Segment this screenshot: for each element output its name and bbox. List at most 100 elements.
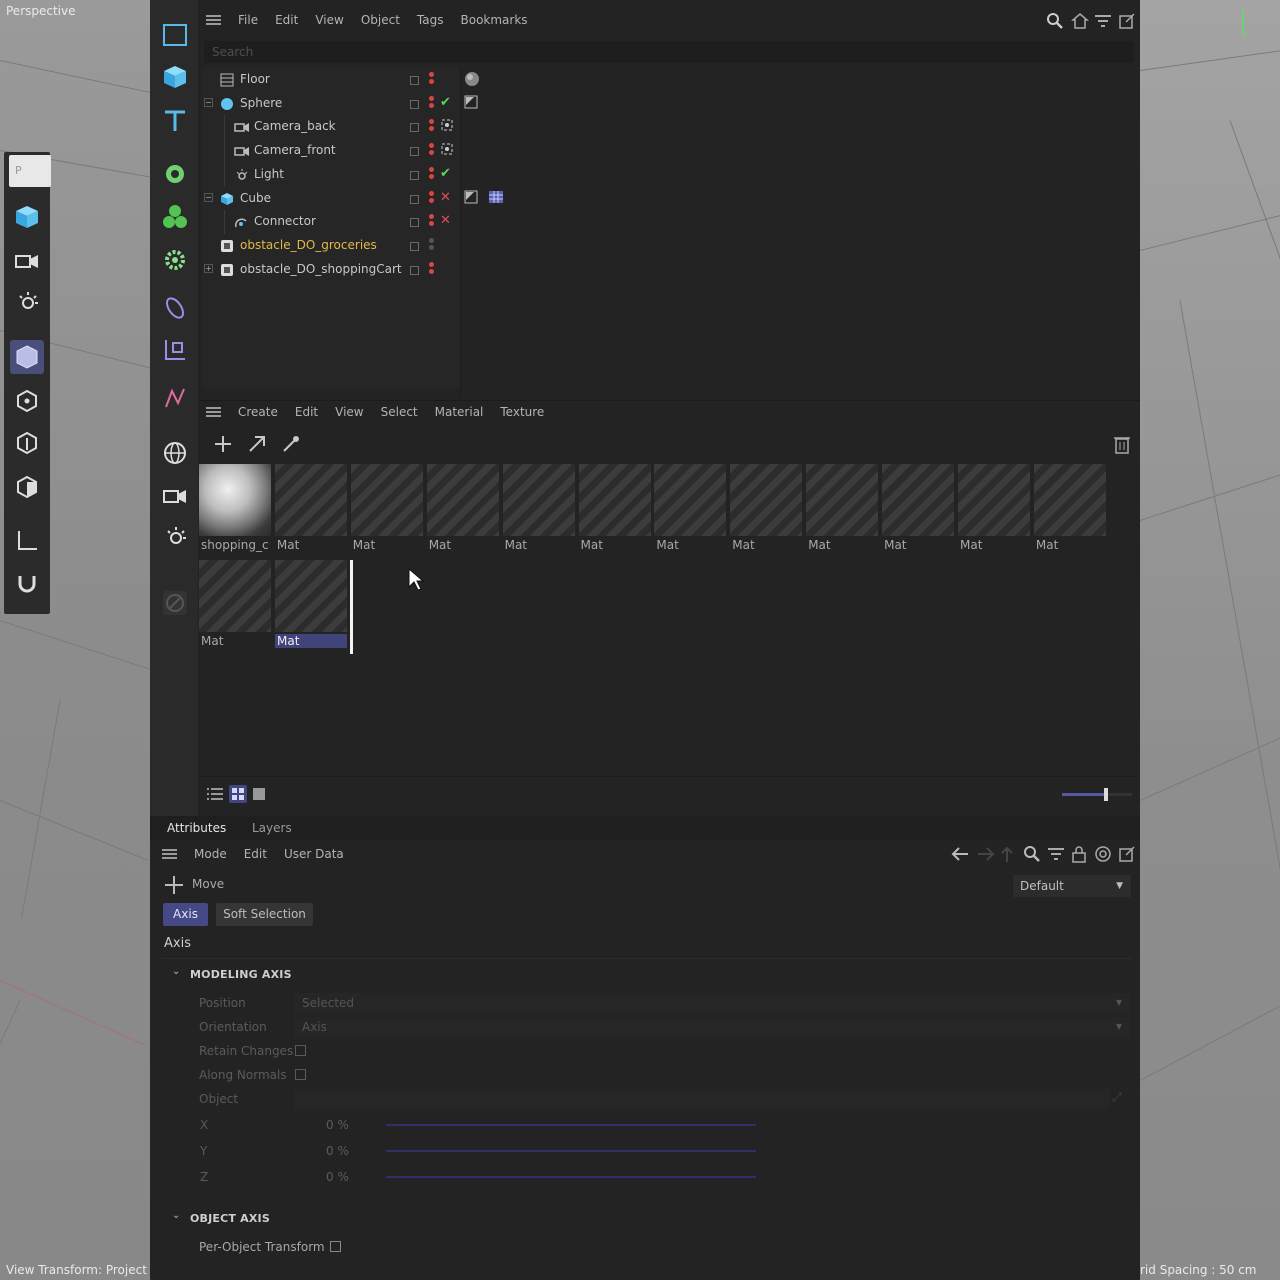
object-name[interactable]: obstacle_DO_groceries — [240, 238, 377, 252]
layer-checkbox[interactable] — [410, 76, 419, 85]
menu-edit[interactable]: Edit — [295, 405, 318, 419]
target-tag-icon[interactable] — [440, 118, 454, 132]
object-row[interactable]: Camera_back — [202, 115, 460, 140]
layer-checkbox[interactable] — [410, 218, 419, 228]
visibility-dots-icon[interactable] — [429, 143, 434, 157]
material-sphere-tag-icon[interactable] — [464, 71, 480, 87]
effector-gear-icon[interactable] — [158, 243, 192, 277]
check-icon[interactable]: ✔ — [440, 166, 451, 181]
layer-checkbox[interactable] — [410, 99, 419, 109]
material-swatch[interactable] — [274, 464, 347, 536]
home-icon[interactable] — [1070, 12, 1090, 33]
material-swatch[interactable] — [502, 464, 575, 536]
expand-toggle-icon[interactable]: + — [204, 263, 213, 273]
visibility-dots-icon[interactable] — [429, 95, 434, 110]
modeling-axis-header[interactable]: MODELING AXIS — [190, 968, 292, 981]
layer-checkbox[interactable] — [410, 265, 419, 275]
filter-icon[interactable] — [1094, 13, 1112, 32]
object-row[interactable]: Camera_front — [202, 139, 460, 164]
object-name[interactable]: Camera_front — [254, 143, 336, 157]
object-row[interactable]: Light — [202, 162, 460, 187]
spline-icon[interactable] — [158, 381, 192, 415]
material-swatch[interactable] — [958, 464, 1030, 536]
material-name[interactable]: Mat — [1036, 538, 1058, 552]
object-name[interactable]: Floor — [240, 72, 270, 86]
object-search-input[interactable]: Search — [204, 41, 1134, 63]
material-swatch[interactable] — [806, 464, 879, 536]
chevron-down-icon[interactable]: ⌄ — [172, 966, 180, 977]
object-row[interactable]: − Cube — [202, 187, 460, 211]
viewport-label[interactable]: Perspective — [6, 4, 76, 18]
camera-icon[interactable] — [10, 244, 44, 278]
x-icon[interactable]: ✕ — [440, 190, 451, 205]
material-name[interactable]: Mat — [732, 538, 754, 552]
rectangle-selection-icon[interactable] — [158, 18, 192, 52]
menu-view[interactable]: View — [315, 13, 343, 27]
environment-globe-icon[interactable] — [158, 436, 192, 470]
cube-icon[interactable] — [10, 200, 44, 234]
x-icon[interactable]: ✕ — [440, 213, 451, 228]
light-icon[interactable] — [10, 286, 44, 320]
orientation-dropdown[interactable]: Axis ▼ — [294, 1017, 1130, 1037]
light-icon[interactable] — [158, 521, 192, 555]
object-row[interactable]: Floor — [202, 68, 460, 92]
material-swatch[interactable] — [1033, 464, 1106, 536]
subtab-axis[interactable]: Axis — [163, 903, 208, 926]
material-swatch[interactable] — [730, 464, 803, 536]
layer-checkbox[interactable] — [410, 241, 419, 251]
filter-icon[interactable] — [1047, 846, 1065, 865]
menu-user-data[interactable]: User Data — [284, 847, 344, 861]
tab-layers[interactable]: Layers — [252, 821, 292, 835]
position-dropdown[interactable]: Selected ▼ — [294, 993, 1130, 1013]
z-slider[interactable] — [386, 1176, 756, 1178]
hamburger-menu-icon[interactable] — [206, 14, 221, 26]
field-icon[interactable] — [158, 333, 192, 367]
new-window-icon[interactable] — [1118, 845, 1136, 866]
object-name[interactable]: Cube — [240, 191, 271, 205]
snap-magnet-icon[interactable] — [10, 566, 44, 600]
material-swatch[interactable] — [199, 560, 271, 632]
material-name[interactable]: Mat — [808, 538, 830, 552]
object-name[interactable]: Camera_back — [254, 119, 336, 133]
material-name[interactable]: Mat — [277, 538, 299, 552]
material-name[interactable]: Mat — [201, 634, 223, 648]
material-name[interactable]: shopping_c — [201, 538, 269, 552]
visibility-dots-icon[interactable] — [429, 190, 434, 205]
material-name[interactable]: Mat — [275, 634, 347, 648]
collapse-toggle-icon[interactable]: − — [204, 97, 213, 107]
retain-changes-checkbox[interactable] — [295, 1045, 306, 1056]
object-name[interactable]: obstacle_DO_shoppingCart — [240, 262, 402, 276]
along-normals-checkbox[interactable] — [295, 1069, 306, 1080]
target-tag-icon[interactable] — [440, 142, 454, 156]
polygon-mode-icon[interactable] — [10, 340, 44, 374]
target-icon[interactable] — [1094, 845, 1112, 866]
layer-checkbox[interactable] — [410, 170, 419, 180]
grid-tag-icon[interactable] — [488, 190, 504, 204]
menu-create[interactable]: Create — [238, 405, 278, 419]
material-name[interactable]: Mat — [505, 538, 527, 552]
large-view-icon[interactable] — [251, 786, 267, 805]
hamburger-menu-icon[interactable] — [162, 848, 177, 860]
add-material-icon[interactable] — [212, 433, 234, 458]
trash-icon[interactable] — [1112, 433, 1132, 458]
object-name[interactable]: Light — [254, 167, 284, 181]
material-swatch[interactable] — [882, 464, 955, 536]
menu-material[interactable]: Material — [435, 405, 484, 419]
material-swatch[interactable] — [275, 560, 347, 632]
material-swatch[interactable] — [350, 464, 423, 536]
chevron-down-icon[interactable]: ⌄ — [172, 1210, 180, 1221]
material-name[interactable]: Mat — [429, 538, 451, 552]
material-name[interactable]: Mat — [656, 538, 678, 552]
column-divider[interactable] — [460, 68, 461, 398]
material-name[interactable]: Mat — [960, 538, 982, 552]
preset-dropdown[interactable]: Default ▼ — [1013, 875, 1131, 897]
grid-view-icon[interactable] — [229, 785, 247, 803]
up-arrow-icon[interactable] — [999, 845, 1015, 866]
menu-texture[interactable]: Texture — [500, 405, 544, 419]
pick-icon[interactable]: ⤢ — [1112, 1090, 1122, 1105]
search-icon[interactable] — [1046, 12, 1064, 33]
material-swatch[interactable] — [426, 464, 499, 536]
viewport-right[interactable]: rid Spacing : 50 cm — [1140, 0, 1280, 1280]
menu-view[interactable]: View — [335, 405, 363, 419]
menu-edit[interactable]: Edit — [244, 847, 267, 861]
